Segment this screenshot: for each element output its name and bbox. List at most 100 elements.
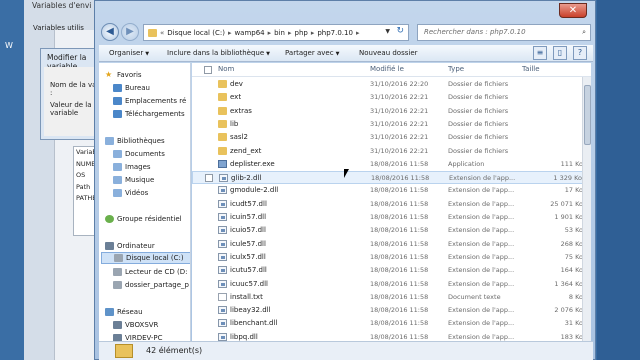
file-type: Extension de l'app... [448,239,515,248]
table-row[interactable]: ext 31/10/2016 22:21 Dossier de fichiers [192,91,591,104]
breadcrumb-php[interactable]: php [295,29,308,37]
file-size: 183 Ko [560,332,583,341]
nav-cd-drive[interactable]: Lecteur de CD (D: [113,266,187,278]
dll-file-icon [219,174,228,183]
address-dropdown-icon[interactable]: ▼ [385,28,390,35]
breadcrumb-php7010[interactable]: php7.0.10 [317,29,353,37]
search-placeholder: Rechercher dans : php7.0.10 [424,28,526,36]
nav-libraries[interactable]: Bibliothèques [105,135,165,147]
nav-videos[interactable]: Vidéos [113,187,148,199]
vertical-scrollbar[interactable] [582,77,591,341]
nav-homegroup[interactable]: Groupe résidentiel [105,213,182,225]
breadcrumb-separator-icon[interactable]: ▸ [228,29,232,37]
file-date: 31/10/2016 22:21 [370,146,429,155]
file-type: Extension de l'app... [448,186,515,195]
nav-recent-places[interactable]: Emplacements ré [113,95,186,107]
file-date: 18/08/2016 11:58 [370,186,429,195]
file-size: 1 901 Ko [554,213,583,221]
table-row[interactable]: icuin57.dll 18/08/2016 11:58 Extension de … [192,211,591,224]
preview-pane-icon[interactable]: ▯ [553,46,567,60]
folder-icon [218,146,227,155]
table-row[interactable]: icuuc57.dll 18/08/2016 11:58 Extension de … [192,278,591,291]
breadcrumb-separator-icon[interactable]: ▸ [288,29,292,37]
documents-icon [113,150,122,158]
column-type[interactable]: Type [448,65,464,73]
file-date: 18/08/2016 11:58 [370,199,429,208]
table-row[interactable]: libpq.dll 18/08/2016 11:58 Extension de l'… [192,331,591,341]
back-arrow-icon: ◀ [106,26,114,37]
table-row[interactable]: deplister.exe 18/08/2016 11:58 Application… [192,158,591,171]
nav-music[interactable]: Musique [113,174,154,186]
file-size: 2 076 Ko [554,306,583,315]
breadcrumb-separator-icon[interactable]: ▸ [356,29,360,37]
nav-vboxsvr[interactable]: VBOXSVR [113,319,158,331]
table-row[interactable]: icudt57.dll 18/08/2016 11:58 Extension de … [192,198,591,211]
drive-icon [114,254,123,262]
computer-icon [105,242,114,250]
table-row[interactable]: sasl2 31/10/2016 22:21 Dossier de fichiers [192,131,591,144]
address-bar[interactable]: « Disque local (C:) ▸ wamp64 ▸ bin ▸ php… [143,24,409,41]
file-date: 18/08/2016 11:58 [370,159,429,168]
table-row[interactable]: icutu57.dll 18/08/2016 11:58 Extension de … [192,264,591,277]
dll-file-icon [218,306,227,315]
breadcrumb-disk[interactable]: Disque local (C:) [167,29,225,37]
file-type: Dossier de fichiers [448,119,509,128]
forward-button[interactable]: ▶ [121,23,139,41]
breadcrumb-separator-icon[interactable]: ▸ [268,29,272,37]
table-row[interactable]: icuio57.dll 18/08/2016 11:58 Extension de … [192,224,591,237]
mouse-cursor-icon [344,169,349,178]
file-date: 18/08/2016 11:58 [370,213,429,221]
scrollbar-thumb[interactable] [584,85,591,145]
star-icon: ★ [105,70,113,79]
table-row[interactable]: glib-2.dll 18/08/2016 11:58 Extension de l… [192,171,591,185]
table-row[interactable]: zend_ext 31/10/2016 22:21 Dossier de fichi… [192,145,591,158]
nav-label: Bureau [125,84,150,92]
nav-desktop[interactable]: Bureau [113,82,150,94]
help-icon[interactable]: ? [573,46,587,60]
table-row[interactable]: libenchant.dll 18/08/2016 11:58 Extension … [192,317,591,330]
chevron-down-icon: ▼ [335,51,340,57]
table-row[interactable]: dev 31/10/2016 22:20 Dossier de fichiers [192,78,591,91]
nav-downloads[interactable]: Téléchargements [113,108,185,120]
table-row[interactable]: libeay32.dll 18/08/2016 11:58 Extension de… [192,304,591,317]
breadcrumb-wamp64[interactable]: wamp64 [234,29,264,37]
nav-computer[interactable]: Ordinateur [105,240,155,252]
refresh-icon[interactable]: ↻ [396,26,404,36]
search-input[interactable]: Rechercher dans : php7.0.10 ⌕ [417,24,591,41]
file-type: Dossier de fichiers [448,146,509,155]
file-size: 8 Ko [568,292,583,301]
nav-images[interactable]: Images [113,161,151,173]
file-date: 31/10/2016 22:21 [370,93,429,102]
nav-favorites[interactable]: ★ Favoris [105,69,142,81]
back-button[interactable]: ◀ [101,23,119,41]
nav-label: Vidéos [125,189,149,197]
table-row[interactable]: install.txt 18/08/2016 11:58 Document text… [192,291,591,304]
view-options-icon[interactable]: ≡ [533,46,547,60]
file-date: 18/08/2016 11:58 [370,319,429,328]
nav-local-disk[interactable]: Disque local (C:) [101,252,190,264]
new-folder-button[interactable]: Nouveau dossier [357,47,420,60]
close-icon: ✕ [568,5,578,16]
table-row[interactable]: lib 31/10/2016 22:21 Dossier de fichiers [192,118,591,131]
breadcrumb-separator-icon[interactable]: ▸ [311,29,315,37]
dll-file-icon [218,279,227,288]
include-library-button[interactable]: Inclure dans la bibliothèque ▼ [165,47,272,60]
nav-virdev-pc[interactable]: VIRDEV-PC [113,332,163,341]
breadcrumb-bin[interactable]: bin [274,29,285,37]
close-button[interactable]: ✕ [559,3,587,18]
table-row[interactable]: gmodule-2.dll 18/08/2016 11:58 Extension d… [192,184,591,197]
nav-network[interactable]: Réseau [105,306,143,318]
row-checkbox[interactable] [205,174,213,183]
column-name[interactable]: Nom [218,65,234,73]
table-row[interactable]: icule57.dll 18/08/2016 11:58 Extension de … [192,238,591,251]
table-row[interactable]: iculx57.dll 18/08/2016 11:58 Extension de … [192,251,591,264]
share-with-button[interactable]: Partager avec ▼ [283,47,341,60]
column-size[interactable]: Taille [522,65,540,73]
column-modified[interactable]: Modifié le [370,65,404,73]
organize-button[interactable]: Organiser ▼ [107,47,151,60]
nav-documents[interactable]: Documents [113,148,165,160]
nav-shared-folder[interactable]: dossier_partage_p [113,279,189,291]
root-chevron-icon[interactable]: « [160,29,164,37]
table-row[interactable]: extras 31/10/2016 22:21 Dossier de fichier… [192,105,591,118]
select-all-checkbox[interactable] [204,66,212,74]
